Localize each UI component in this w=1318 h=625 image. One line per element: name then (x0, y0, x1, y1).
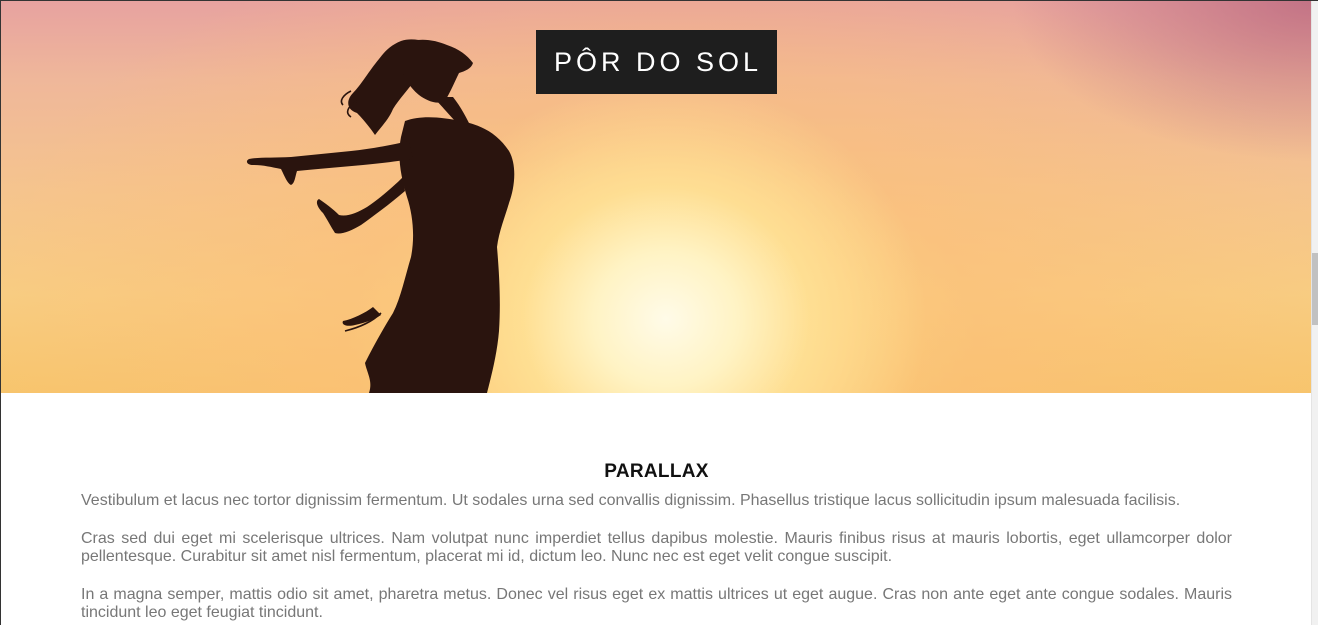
paragraph-2: Cras sed dui eget mi scelerisque ultrice… (81, 530, 1232, 565)
paragraph-3: In a magna semper, mattis odio sit amet,… (81, 586, 1232, 621)
hero-title-badge: PÔR DO SOL (536, 30, 777, 94)
browser-viewport: PÔR DO SOL PARALLAX Vestibulum et lacus … (0, 0, 1318, 625)
vertical-scrollbar[interactable] (1311, 1, 1318, 625)
main-content: PARALLAX Vestibulum et lacus nec tortor … (81, 393, 1232, 622)
hero-banner: PÔR DO SOL (1, 1, 1312, 393)
paragraph-1: Vestibulum et lacus nec tortor dignissim… (81, 492, 1181, 509)
scrollbar-thumb[interactable] (1312, 253, 1318, 325)
section-heading: PARALLAX (604, 461, 709, 482)
